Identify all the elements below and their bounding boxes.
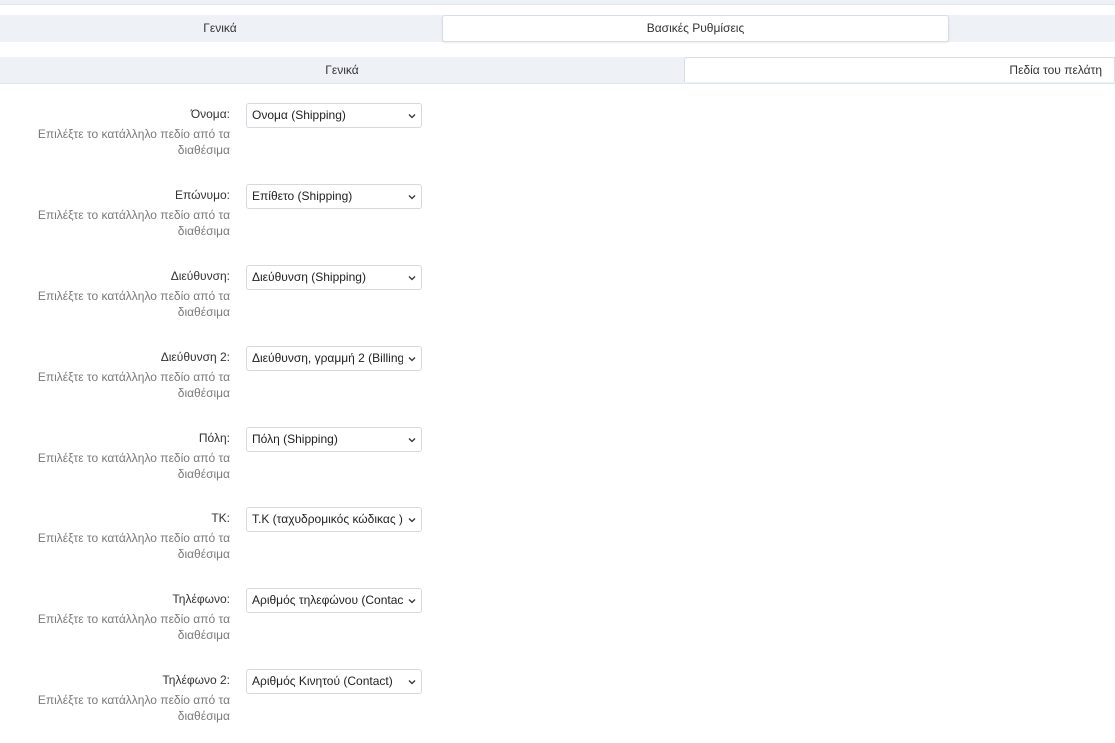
field-row-last-name: Επώνυμο: Επιλέξτε το κατάλληλο πεδίο από… (0, 184, 430, 244)
postcode-select[interactable]: Τ.Κ (ταχυδρομικός κώδικας ) (Shipping) (246, 507, 422, 532)
select-value: Διεύθυνση (Shipping) (252, 270, 366, 284)
tab-basic-settings[interactable]: Βασικές Ρυθμίσεις (442, 15, 949, 42)
field-label: Επώνυμο: (175, 188, 230, 202)
field-help-text: Επιλέξτε το κατάλληλο πεδίο από τα διαθέ… (37, 531, 230, 561)
main-tab-bar: Γενικά Βασικές Ρυθμίσεις (0, 15, 1115, 42)
field-row-phone-2: Τηλέφωνο 2: Επιλέξτε το κατάλληλο πεδίο … (0, 669, 430, 729)
field-label: Διεύθυνση 2: (160, 350, 230, 364)
field-help-text: Επιλέξτε το κατάλληλο πεδίο από τα διαθέ… (37, 208, 230, 238)
chevron-down-icon (408, 438, 416, 443)
field-help-text: Επιλέξτε το κατάλληλο πεδίο από τα διαθέ… (37, 370, 230, 400)
field-label: Τηλέφωνο: (172, 592, 230, 606)
field-label: Τηλέφωνο 2: (162, 673, 230, 687)
subtab-general[interactable]: Γενικά (0, 57, 684, 83)
chevron-down-icon (408, 680, 416, 685)
select-value: Διεύθυνση, γραμμή 2 (Billing) (252, 351, 403, 365)
phone-select[interactable]: Αριθμός τηλεφώνου (Contact) (246, 588, 422, 613)
field-help-text: Επιλέξτε το κατάλληλο πεδίο από τα διαθέ… (37, 451, 230, 481)
address-select[interactable]: Διεύθυνση (Shipping) (246, 265, 422, 290)
field-row-phone: Τηλέφωνο: Επιλέξτε το κατάλληλο πεδίο απ… (0, 588, 430, 648)
field-row-postcode: ΤΚ: Επιλέξτε το κατάλληλο πεδίο από τα δ… (0, 507, 430, 567)
tab-general[interactable]: Γενικά (0, 15, 440, 42)
field-label: Όνομα: (190, 107, 230, 121)
chevron-down-icon (408, 114, 416, 119)
field-row-city: Πόλη: Επιλέξτε το κατάλληλο πεδίο από τα… (0, 427, 430, 487)
field-row-address-2: Διεύθυνση 2: Επιλέξτε το κατάλληλο πεδίο… (0, 346, 430, 406)
select-value: Αριθμός τηλεφώνου (Contact) (252, 593, 403, 607)
address-2-select[interactable]: Διεύθυνση, γραμμή 2 (Billing) (246, 346, 422, 371)
field-row-first-name: Όνομα: Επιλέξτε το κατάλληλο πεδίο από τ… (0, 103, 430, 163)
select-value: Πόλη (Shipping) (252, 432, 338, 446)
chevron-down-icon (408, 357, 416, 362)
sub-tab-bar: Γενικά Πεδία του πελάτη (0, 57, 1115, 84)
select-value: Επίθετο (Shipping) (252, 189, 353, 203)
field-label: Πόλη: (198, 431, 230, 445)
select-value: Αριθμός Κινητού (Contact) (252, 674, 393, 688)
field-help-text: Επιλέξτε το κατάλληλο πεδίο από τα διαθέ… (37, 693, 230, 723)
top-strip (0, 0, 1115, 5)
select-value: Ονομα (Shipping) (252, 108, 346, 122)
chevron-down-icon (408, 276, 416, 281)
field-label: Διεύθυνση: (170, 269, 230, 283)
first-name-select[interactable]: Ονομα (Shipping) (246, 103, 422, 128)
last-name-select[interactable]: Επίθετο (Shipping) (246, 184, 422, 209)
city-select[interactable]: Πόλη (Shipping) (246, 427, 422, 452)
phone-2-select[interactable]: Αριθμός Κινητού (Contact) (246, 669, 422, 694)
field-help-text: Επιλέξτε το κατάλληλο πεδίο από τα διαθέ… (37, 289, 230, 319)
select-value: Τ.Κ (ταχυδρομικός κώδικας ) (Shipping) (252, 512, 403, 526)
subtab-customer-fields[interactable]: Πεδία του πελάτη (684, 57, 1115, 82)
field-help-text: Επιλέξτε το κατάλληλο πεδίο από τα διαθέ… (37, 127, 230, 157)
chevron-down-icon (408, 599, 416, 604)
field-label: ΤΚ: (211, 511, 230, 525)
field-help-text: Επιλέξτε το κατάλληλο πεδίο από τα διαθέ… (37, 612, 230, 642)
chevron-down-icon (408, 518, 416, 523)
field-row-address: Διεύθυνση: Επιλέξτε το κατάλληλο πεδίο α… (0, 265, 430, 325)
chevron-down-icon (408, 195, 416, 200)
